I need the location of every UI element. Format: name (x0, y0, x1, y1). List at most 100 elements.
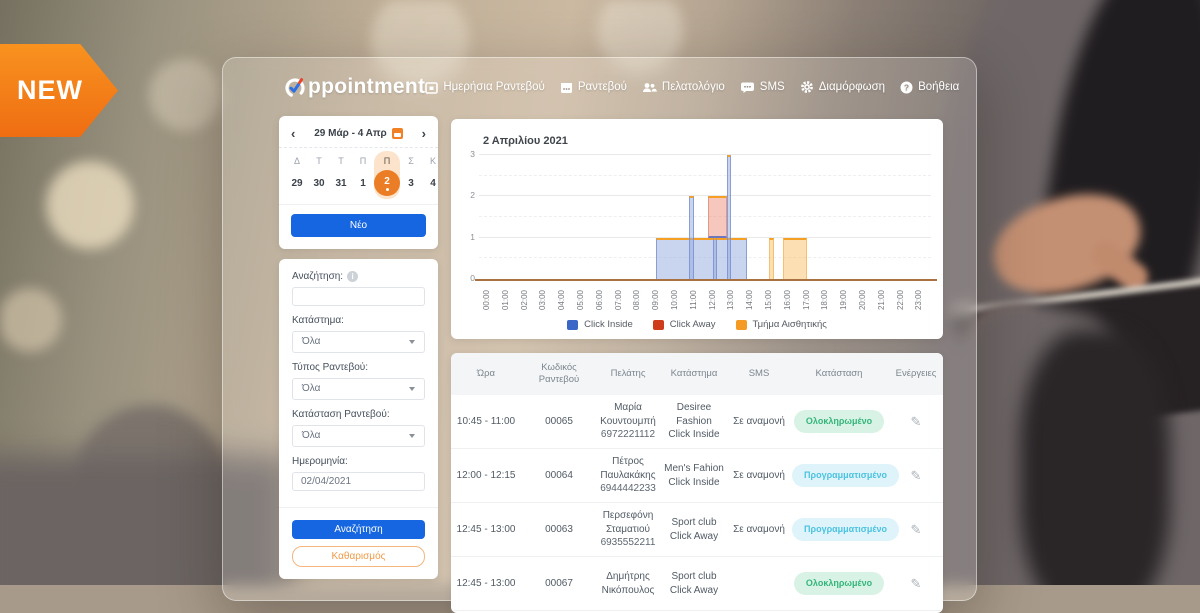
store-select[interactable]: Όλα (292, 331, 425, 353)
nav-menu: Ημερήσια Ραντεβού Ραντεβού Πελατολόγιο SMS Δ… (425, 80, 959, 94)
chart-segment-blue (713, 238, 718, 279)
type-select[interactable]: Όλα (292, 378, 425, 400)
top-navbar: ppointment Ημερήσια Ραντεβού Ραντεβού Πελα… (223, 58, 976, 116)
type-label: Τύπος Ραντεβού: (292, 362, 425, 373)
nav-item-5[interactable]: Διαμόρφωση (800, 80, 885, 94)
day-letter: Τ (338, 156, 344, 166)
gear-icon (800, 80, 814, 94)
column-header: Ώρα (451, 368, 521, 380)
help-icon: ? (900, 81, 913, 94)
client-phone: 6935552211 (600, 536, 656, 550)
client-phone: 6944442233 (600, 482, 656, 496)
status-select-value: Όλα (302, 430, 320, 441)
x-axis-label: 07:00 (614, 285, 624, 315)
x-axis-label: 21:00 (877, 285, 887, 315)
calendar-day-3[interactable]: Σ3 (400, 154, 422, 196)
calendar-range[interactable]: 29 Μάρ - 4 Απρ (314, 128, 403, 139)
app-logo[interactable]: ppointment (283, 75, 425, 99)
x-axis-label: 03:00 (538, 285, 548, 315)
chart-legend: Click InsideClick AwayΤμήμα Αισθητικής (451, 319, 943, 330)
client-name: Περσεφόνη Σταματιού (600, 509, 656, 536)
info-icon[interactable]: i (347, 271, 358, 282)
legend-item: Τμήμα Αισθητικής (736, 319, 827, 330)
calendar-day-icon (425, 81, 438, 94)
day-letter: Π (384, 156, 391, 166)
calendar-prev-button[interactable]: ‹ (291, 127, 295, 140)
x-axis-label: 10:00 (670, 285, 680, 315)
calendar-day-30[interactable]: Τ30 (308, 154, 330, 196)
nav-item-1[interactable]: Ημερήσια Ραντεβού (425, 81, 545, 94)
cell-actions: ✎ (889, 467, 943, 485)
edit-pencil-icon[interactable]: ✎ (911, 575, 922, 593)
gridline (479, 175, 931, 176)
cell-store: Men's FahionClick Inside (659, 462, 729, 489)
app-window: ppointment Ημερήσια Ραντεβού Ραντεβού Πελα… (222, 57, 977, 601)
x-axis-label: 23:00 (914, 285, 924, 315)
logo-clock-icon (283, 75, 307, 99)
calendar-day-4[interactable]: Κ4 (422, 154, 444, 196)
cell-actions: ✎ (889, 413, 943, 431)
clear-button[interactable]: Καθαρισμός (292, 546, 425, 567)
x-axis-label: 14:00 (745, 285, 755, 315)
x-axis-label: 12:00 (708, 285, 718, 315)
table-row: 12:45 - 13:0000067Δημήτρης ΝικόπουλοςSpo… (451, 557, 943, 611)
new-badge-label: NEW (0, 75, 83, 106)
day-letter: Κ (430, 156, 436, 166)
cell-client: Πέτρος Παυλακάκης6944442233 (597, 455, 659, 496)
calendar-day-2[interactable]: Π2 (374, 154, 400, 196)
client-name: Δημήτρης Νικόπουλος (600, 570, 656, 597)
x-axis-label: 08:00 (632, 285, 642, 315)
legend-label: Click Away (670, 319, 716, 330)
chart-segment-orange (769, 238, 774, 279)
y-axis-label: 3 (455, 149, 475, 159)
nav-item-3[interactable]: Πελατολόγιο (642, 81, 725, 94)
calendar-icon (560, 81, 573, 94)
type-select-value: Όλα (302, 383, 320, 394)
gridline (479, 154, 931, 155)
cell-actions: ✎ (889, 575, 943, 593)
svg-text:?: ? (904, 82, 909, 92)
edit-pencil-icon[interactable]: ✎ (911, 467, 922, 485)
appointments-table-card: ΏραΚωδικός ΡαντεβούΠελάτηςΚατάστημαSMSΚα… (451, 353, 943, 613)
chart-segment-blue (727, 155, 732, 279)
search-button[interactable]: Αναζήτηση (292, 520, 425, 540)
cell-sms: Σε αναμονή (729, 469, 789, 483)
calendar-header: ‹ 29 Μάρ - 4 Απρ › (279, 116, 438, 148)
edit-pencil-icon[interactable]: ✎ (911, 413, 922, 431)
nav-item-2[interactable]: Ραντεβού (560, 81, 627, 94)
x-axis-label: 19:00 (839, 285, 849, 315)
x-axis-label: 06:00 (595, 285, 605, 315)
nav-item-4[interactable]: SMS (740, 81, 785, 94)
x-axis-label: 15:00 (764, 285, 774, 315)
calendar-next-button[interactable]: › (422, 127, 426, 140)
date-label: Ημερομηνία: (292, 456, 425, 467)
search-input[interactable] (292, 287, 425, 306)
cell-client: Δημήτρης Νικόπουλος (597, 570, 659, 597)
date-input[interactable] (292, 472, 425, 491)
table-row: 10:45 - 11:0000065Μαρία Κουντουμπή697222… (451, 395, 943, 449)
new-appointment-button[interactable]: Νέο (291, 214, 426, 237)
cell-code: 00064 (521, 469, 597, 483)
nav-item-6[interactable]: ? Βοήθεια (900, 81, 959, 94)
calendar-day-31[interactable]: Τ31 (330, 154, 352, 196)
selected-day-dot (386, 188, 389, 191)
calendar-day-29[interactable]: Δ29 (286, 154, 308, 196)
x-axis-label: 04:00 (557, 285, 567, 315)
calendar-day-1[interactable]: Π1 (352, 154, 374, 196)
chart-segment-blue (689, 196, 694, 279)
calendar-picker-icon[interactable] (392, 128, 403, 139)
cell-store: Sport clubClick Away (659, 516, 729, 543)
status-badge: Ολοκληρωμένο (794, 572, 884, 594)
nav-item-label: Βοήθεια (918, 81, 959, 93)
cell-status: Προγραμματισμένο (789, 518, 889, 540)
store-type: Click Inside (662, 476, 726, 490)
store-type: Click Inside (662, 428, 726, 442)
store-name: Men's Fahion (662, 462, 726, 476)
legend-label: Τμήμα Αισθητικής (753, 319, 827, 330)
status-select[interactable]: Όλα (292, 425, 425, 447)
edit-pencil-icon[interactable]: ✎ (911, 521, 922, 539)
daily-chart-card: 2 Απριλίου 2021 012300:0001:0002:0003:00… (451, 119, 943, 339)
gridline (479, 195, 931, 196)
x-axis-label: 18:00 (820, 285, 830, 315)
store-type: Click Away (662, 530, 726, 544)
